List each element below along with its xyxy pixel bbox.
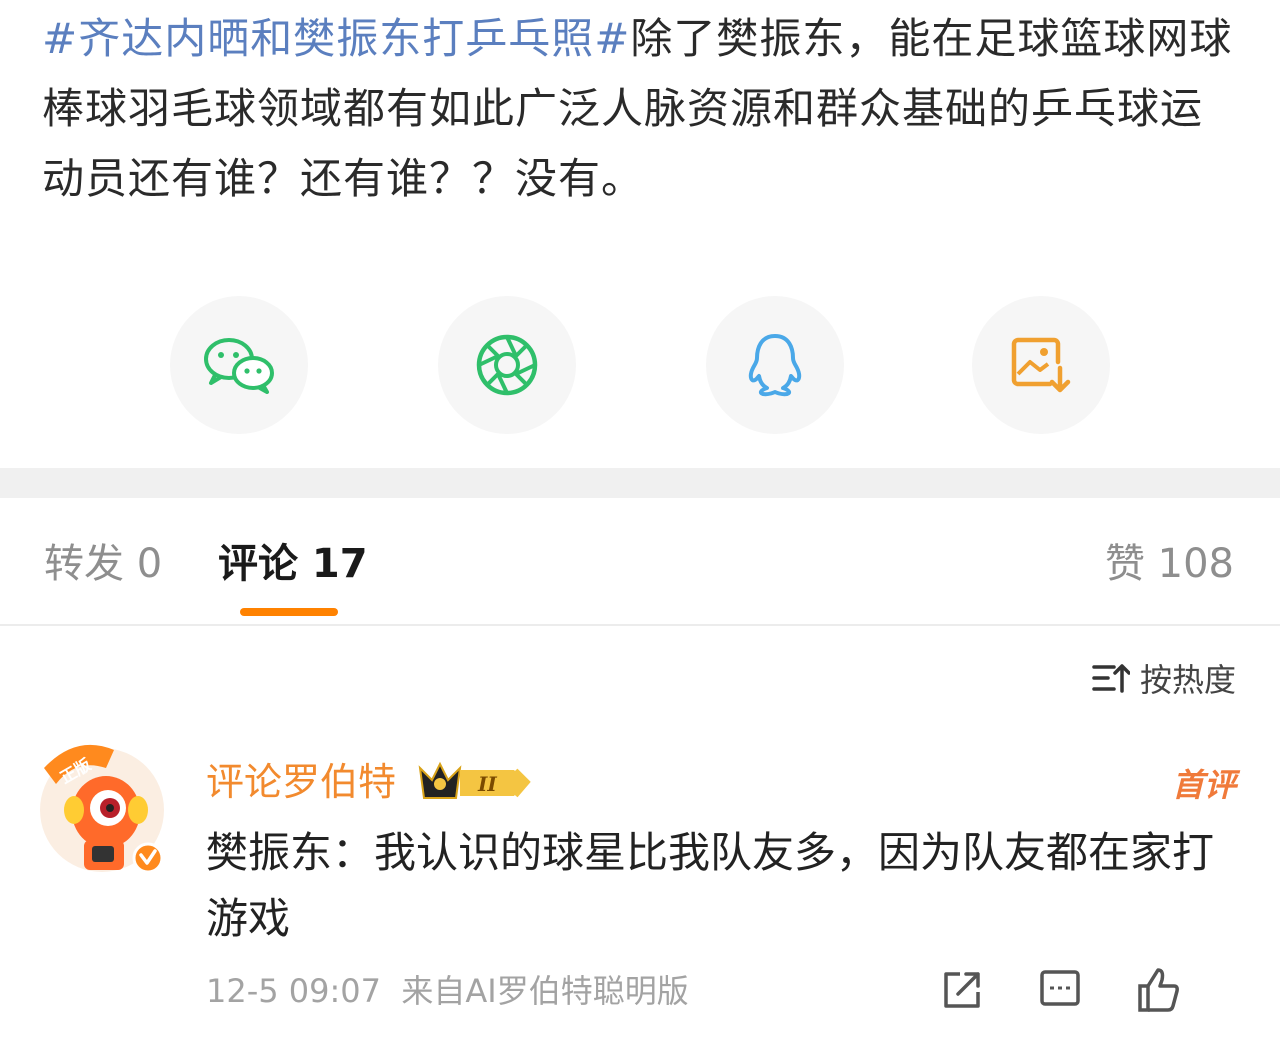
svg-text:II: II [477, 772, 497, 796]
tab-bar: 转发 0 评论 17 赞 108 [0, 498, 1280, 624]
share-moments-button[interactable] [438, 296, 576, 434]
share-row [0, 296, 1280, 436]
like-icon[interactable] [1134, 966, 1182, 1014]
save-image-button[interactable] [972, 296, 1110, 434]
sort-button[interactable]: 按热度 [1092, 656, 1236, 700]
first-comment-tag: 首评 [1171, 766, 1236, 804]
sort-label: 按热度 [1139, 661, 1236, 699]
save-image-icon [1011, 337, 1071, 393]
topic-link[interactable]: #齐达内晒和樊振东打乒乓照# [42, 14, 630, 63]
wechat-icon [204, 338, 274, 394]
share-wechat-button[interactable] [170, 296, 308, 434]
tab-repost[interactable]: 转发 0 [44, 536, 162, 592]
sort-icon [1092, 664, 1130, 693]
active-tab-indicator [240, 608, 338, 616]
comment-time: 12-5 09:07 [206, 972, 382, 1010]
comment-author[interactable]: 评论罗伯特 [206, 756, 396, 808]
share-qq-button[interactable] [706, 296, 844, 434]
comment-source: 来自AI罗伯特聪明版 [401, 972, 689, 1010]
section-divider [0, 468, 1280, 498]
share-icon[interactable] [938, 966, 986, 1014]
moments-icon [476, 334, 538, 396]
tab-likes[interactable]: 赞 108 [1105, 536, 1234, 592]
comment-meta: 12-5 09:07 来自AI罗伯特聪明版 [206, 966, 689, 1016]
tab-comments[interactable]: 评论 17 [218, 536, 368, 592]
post-text: #齐达内晒和樊振东打乒乓照#除了樊振东，能在足球篮球网球棒球羽毛球领域都有如此广… [42, 4, 1242, 214]
comment-text: 樊振东：我认识的球星比我队友多，因为队友都在家打游戏 [206, 828, 1215, 943]
tab-bar-divider [0, 624, 1280, 626]
avatar[interactable]: 正版 [36, 728, 168, 878]
crown-badge-icon: II [418, 761, 531, 799]
reply-icon[interactable] [1036, 966, 1084, 1014]
qq-icon [748, 334, 802, 397]
